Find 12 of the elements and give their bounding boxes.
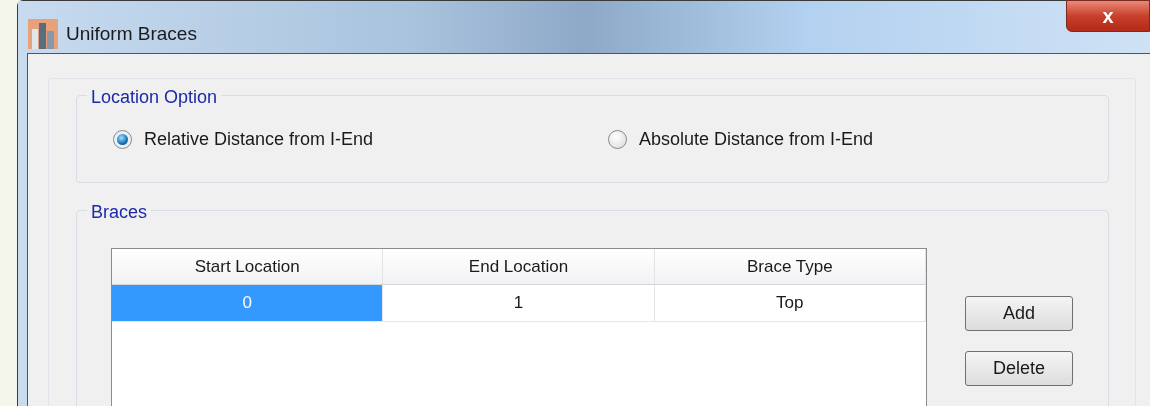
radio-button[interactable] [608, 129, 627, 149]
action-button[interactable]: Delete [965, 351, 1073, 386]
close-button[interactable]: x [1066, 0, 1150, 32]
column-header[interactable]: End Location [383, 249, 655, 284]
window-title: Uniform Braces [66, 21, 197, 46]
action-button[interactable]: Add [965, 296, 1073, 331]
column-header[interactable]: Start Location [112, 249, 384, 284]
radio-label: Relative Distance from I-End [144, 127, 374, 151]
radio-button[interactable] [113, 129, 132, 149]
column-header[interactable]: Brace Type [654, 249, 926, 284]
radio-label: Absolute Distance from I-End [639, 127, 874, 151]
app-icon [28, 19, 58, 49]
